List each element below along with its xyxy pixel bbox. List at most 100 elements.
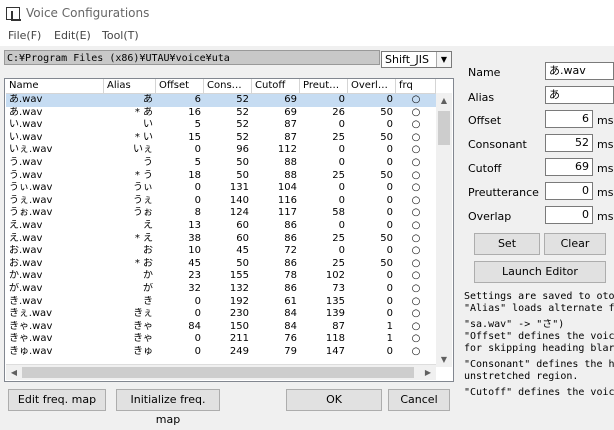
table-row[interactable]: か.wav か 23 155 78 102 0 ○: [6, 270, 436, 283]
horizontal-scrollbar[interactable]: ◀ ▶: [6, 364, 436, 380]
cell-offset: 45: [188, 257, 201, 269]
cell-alias: * お: [134, 257, 153, 269]
cell-offset: 0: [194, 194, 201, 206]
oto-table[interactable]: Name Alias Offset Cons… Cutoff Preut… Ov…: [4, 78, 454, 382]
name-field[interactable]: あ.wav: [545, 62, 614, 80]
col-offset[interactable]: Offset: [156, 79, 204, 93]
table-row[interactable]: うぃ.wav うぃ 0 131 104 0 0 ○: [6, 182, 436, 195]
cell-offset: 0: [194, 182, 201, 194]
overlap-label: Overlap: [468, 210, 512, 223]
scroll-up-icon[interactable]: ▲: [436, 93, 452, 108]
cell-offset: 8: [194, 207, 201, 219]
vertical-scrollbar[interactable]: ▲ ▼: [436, 93, 452, 367]
col-consonant[interactable]: Cons…: [204, 79, 252, 93]
cell-cutoff: 76: [284, 333, 297, 345]
cell-consonant: 249: [229, 345, 249, 357]
set-button[interactable]: Set: [474, 233, 540, 255]
cell-frq: ○: [411, 169, 421, 181]
col-alias[interactable]: Alias: [104, 79, 156, 93]
col-cutoff[interactable]: Cutoff: [252, 79, 300, 93]
col-overlap[interactable]: Overl…: [348, 79, 396, 93]
scroll-left-icon[interactable]: ◀: [6, 365, 22, 380]
table-row[interactable]: い.wav * い 15 52 87 25 50 ○: [6, 132, 436, 145]
table-row[interactable]: き.wav き 0 192 61 135 0 ○: [6, 296, 436, 309]
cell-consonant: 140: [229, 194, 249, 206]
vertical-scroll-thumb[interactable]: [438, 111, 450, 145]
cell-cutoff: 84: [284, 308, 297, 320]
overlap-field[interactable]: 0: [545, 206, 593, 224]
cell-consonant: 50: [236, 169, 249, 181]
table-row[interactable]: お.wav お 10 45 72 0 0 ○: [6, 245, 436, 258]
cell-cutoff: 86: [284, 232, 297, 244]
table-row[interactable]: え.wav * え 38 60 86 25 50 ○: [6, 233, 436, 246]
cell-consonant: 155: [229, 270, 249, 282]
cell-name: あ.wav: [9, 106, 43, 118]
cell-offset: 84: [188, 320, 201, 332]
alias-field[interactable]: あ: [545, 86, 614, 104]
table-row[interactable]: あ.wav * あ 16 52 69 26 50 ○: [6, 107, 436, 120]
table-row[interactable]: い.wav い 5 52 87 0 0 ○: [6, 119, 436, 132]
table-row[interactable]: え.wav え 13 60 86 0 0 ○: [6, 220, 436, 233]
cell-offset: 18: [188, 169, 201, 181]
scroll-right-icon[interactable]: ▶: [420, 365, 436, 380]
cell-frq: ○: [411, 194, 421, 206]
horizontal-scroll-thumb[interactable]: [22, 367, 414, 378]
cell-cutoff: 87: [284, 119, 297, 131]
cell-preutterance: 25: [332, 257, 345, 269]
table-row[interactable]: お.wav * お 45 50 86 25 50 ○: [6, 258, 436, 271]
cancel-button[interactable]: Cancel: [388, 389, 450, 411]
edit-freq-map-button[interactable]: Edit freq. map: [8, 389, 106, 411]
table-row[interactable]: あ.wav あ 6 52 69 0 0 ○: [6, 94, 436, 107]
cutoff-field[interactable]: 69: [545, 158, 593, 176]
cell-cutoff: 88: [284, 169, 297, 181]
table-row[interactable]: う.wav * う 18 50 88 25 50 ○: [6, 170, 436, 183]
encoding-select[interactable]: Shift_JIS ▼: [381, 51, 452, 68]
table-row[interactable]: う.wav う 5 50 88 0 0 ○: [6, 157, 436, 170]
menu-edit[interactable]: Edit(E): [54, 29, 91, 42]
app-icon: [6, 7, 21, 21]
cell-cutoff: 88: [284, 156, 297, 168]
table-row[interactable]: きゃ.wav きゃ 0 211 76 118 1 ○: [6, 333, 436, 346]
ok-button[interactable]: OK: [286, 389, 382, 411]
chevron-down-icon[interactable]: ▼: [436, 52, 451, 67]
table-row[interactable]: きぇ.wav きぇ 0 230 84 139 0 ○: [6, 308, 436, 321]
help-line: unstretched region.: [464, 371, 579, 382]
encoding-value: Shift_JIS: [385, 53, 429, 66]
clear-button[interactable]: Clear: [544, 233, 606, 255]
col-name[interactable]: Name: [6, 79, 104, 93]
cell-name: き.wav: [9, 295, 43, 307]
cell-overlap: 1: [386, 333, 393, 345]
cell-offset: 23: [188, 270, 201, 282]
col-frq[interactable]: frq: [396, 79, 436, 93]
cell-cutoff: 69: [284, 106, 297, 118]
cell-overlap: 1: [386, 320, 393, 332]
menu-tool[interactable]: Tool(T): [102, 29, 139, 42]
consonant-field[interactable]: 52: [545, 134, 593, 152]
cell-overlap: 0: [386, 270, 393, 282]
cell-alias: あ: [143, 94, 153, 105]
table-row[interactable]: うぉ.wav うぉ 8 124 117 58 0 ○: [6, 207, 436, 220]
launch-editor-button[interactable]: Launch Editor: [474, 261, 606, 283]
table-row[interactable]: うぇ.wav うぇ 0 140 116 0 0 ○: [6, 195, 436, 208]
col-preutterance[interactable]: Preut…: [300, 79, 348, 93]
cell-cutoff: 72: [284, 245, 297, 257]
initialize-freq-map-button[interactable]: Initialize freq. map: [116, 389, 220, 426]
offset-field[interactable]: 6: [545, 110, 593, 128]
cell-frq: ○: [411, 282, 421, 294]
table-row[interactable]: が.wav が 32 132 86 73 0 ○: [6, 283, 436, 296]
cell-alias: きゃ: [133, 333, 153, 345]
menu-file[interactable]: File(F): [8, 29, 41, 42]
cell-alias: え: [143, 219, 153, 231]
table-row[interactable]: きゃ.wav きゃ 84 150 84 87 1 ○: [6, 321, 436, 334]
cell-alias: が: [143, 282, 153, 294]
preutterance-field[interactable]: 0: [545, 182, 593, 200]
cell-cutoff: 78: [284, 270, 297, 282]
cell-offset: 32: [188, 282, 201, 294]
scroll-down-icon[interactable]: ▼: [436, 352, 452, 367]
table-row[interactable]: いぇ.wav いぇ 0 96 112 0 0 ○: [6, 144, 436, 157]
offset-unit: mse: [597, 114, 614, 127]
help-line: "Cutoff" defines the voic: [464, 387, 614, 398]
table-row[interactable]: きゅ.wav きゅ 0 249 79 147 0 ○: [6, 346, 436, 359]
help-line: "Consonant" defines the h: [464, 359, 614, 370]
cell-overlap: 0: [386, 144, 393, 156]
